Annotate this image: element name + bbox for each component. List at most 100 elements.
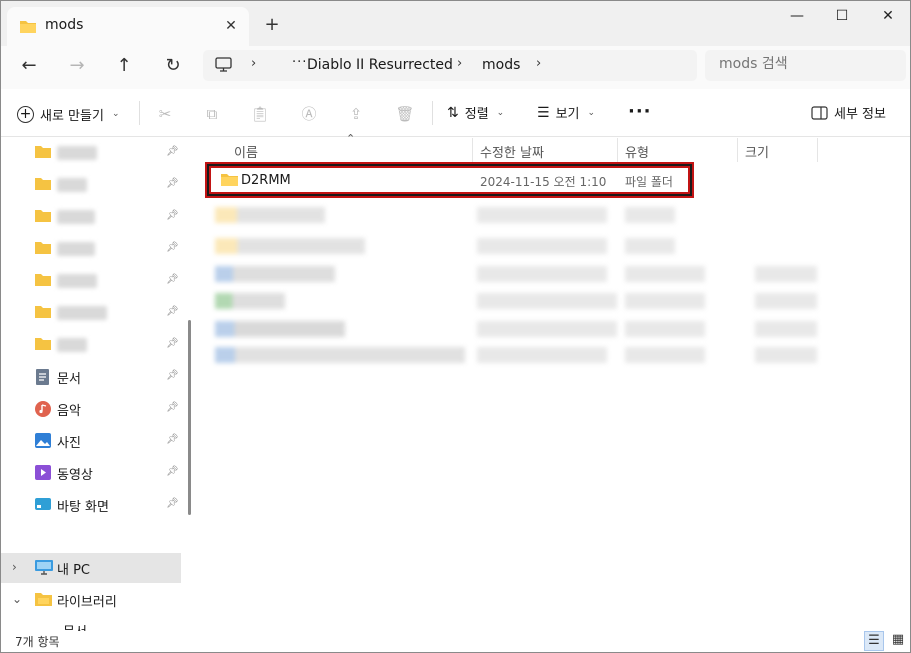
view-button-label: 보기 [555, 107, 580, 122]
pinned-folder[interactable]: 📌︎ [1, 298, 181, 328]
sidebar-item-label: 음악 [57, 404, 81, 419]
breadcrumb-separator[interactable]: › [251, 56, 256, 71]
column-separator[interactable] [472, 138, 473, 162]
library-icon [35, 593, 52, 606]
redacted-label [57, 274, 97, 288]
sort-button[interactable]: ⇅ 정렬 ⌄ [447, 103, 505, 123]
column-header-date[interactable]: 수정한 날짜 [480, 142, 544, 166]
more-options-button[interactable]: ··· [628, 101, 652, 122]
refresh-button[interactable]: ↻ [158, 52, 188, 80]
sidebar-item-partial[interactable]: 문서 [1, 617, 181, 631]
redacted-label [57, 338, 87, 352]
folder-icon [35, 146, 51, 158]
details-pane-label: 세부 정보 [834, 107, 886, 122]
redacted-name [215, 207, 325, 223]
pinned-folder[interactable]: 📌︎ [1, 138, 181, 168]
sidebar-item-this-pc[interactable]: › 내 PC [1, 553, 181, 583]
search-input[interactable] [719, 56, 899, 72]
navigation-pane: 📌︎ 📌︎ 📌︎ 📌︎ 📌︎ 📌︎ 📌︎ 문서 📌︎ 음악 📌︎ 사진 📌︎ 동… [1, 138, 191, 631]
sidebar-item-label: 동영상 [57, 468, 93, 483]
redacted-type [625, 238, 675, 254]
folder-icon [221, 174, 238, 186]
music-icon [35, 401, 51, 417]
view-button[interactable]: ☰ 보기 ⌄ [537, 103, 596, 123]
item-count: 7개 항목 [15, 635, 60, 649]
column-separator[interactable] [617, 138, 618, 162]
pinned-folder[interactable]: 📌︎ [1, 170, 181, 200]
delete-icon[interactable]: 🗑︎ [394, 103, 416, 125]
sidebar-item-documents[interactable]: 문서 📌︎ [1, 362, 181, 392]
details-view-button[interactable]: ☰ [864, 631, 884, 651]
redacted-date [477, 293, 617, 309]
chevron-right-icon[interactable]: › [12, 560, 17, 574]
breadcrumb-diablo[interactable]: Diablo II Resurrected [307, 57, 453, 73]
sidebar-scrollbar[interactable] [188, 320, 191, 515]
computer-icon [215, 57, 232, 72]
redacted-type [625, 207, 675, 223]
sidebar-item-videos[interactable]: 동영상 📌︎ [1, 458, 181, 488]
pin-icon: 📌︎ [166, 306, 179, 317]
divider [139, 101, 140, 125]
sort-ascending-icon: ⌃ [346, 132, 356, 145]
copy-icon[interactable]: ⧉ [201, 103, 223, 125]
redacted-label [57, 178, 87, 192]
column-header-name[interactable]: 이름 [234, 142, 258, 166]
table-row-redacted[interactable] [207, 339, 817, 371]
breadcrumb-mods[interactable]: mods [482, 57, 520, 73]
column-separator[interactable] [817, 138, 818, 162]
maximize-button[interactable]: ☐ [819, 1, 865, 33]
rename-icon[interactable]: Ⓐ [298, 103, 320, 125]
new-button[interactable]: + 새로 만들기 ⌄ [17, 103, 119, 125]
up-button[interactable]: ↑ [109, 52, 139, 80]
forward-button[interactable]: → [62, 52, 92, 80]
redacted-label [57, 210, 95, 224]
redacted-type [625, 293, 705, 309]
sidebar-item-library[interactable]: ⌄ 라이브러리 [1, 585, 181, 615]
sidebar-item-music[interactable]: 음악 📌︎ [1, 394, 181, 424]
pinned-folder[interactable]: 📌︎ [1, 330, 181, 360]
address-bar[interactable]: › ··· Diablo II Resurrected › mods › [203, 50, 697, 81]
folder-icon [35, 210, 51, 222]
tab-mods[interactable]: mods ✕ [7, 7, 249, 46]
redacted-size [755, 321, 817, 337]
back-button[interactable]: ← [14, 52, 44, 80]
redacted-size [755, 266, 817, 282]
search-box[interactable] [705, 50, 906, 81]
redacted-date [477, 266, 607, 282]
breadcrumb-separator[interactable]: › [536, 56, 541, 71]
pinned-folder[interactable]: 📌︎ [1, 202, 181, 232]
sidebar-item-desktop[interactable]: 바탕 화면 📌︎ [1, 490, 181, 520]
redacted-label [57, 146, 97, 160]
table-row-redacted[interactable] [207, 199, 692, 231]
pinned-folder[interactable]: 📌︎ [1, 234, 181, 264]
pin-icon: 📌︎ [166, 402, 179, 413]
sidebar-item-pictures[interactable]: 사진 📌︎ [1, 426, 181, 456]
redacted-date [477, 238, 607, 254]
column-header-type[interactable]: 유형 [625, 142, 649, 166]
column-separator[interactable] [737, 138, 738, 162]
sidebar-item-label: 내 PC [57, 563, 91, 578]
pinned-folder[interactable]: 📌︎ [1, 266, 181, 296]
paste-icon[interactable]: 📋︎ [249, 103, 271, 125]
minimize-button[interactable]: — [774, 1, 820, 33]
column-header-size[interactable]: 크기 [745, 142, 769, 166]
chevron-down-icon[interactable]: ⌄ [12, 592, 22, 606]
tab-close-icon[interactable]: ✕ [220, 15, 242, 37]
share-icon[interactable]: ⇪ [345, 103, 367, 125]
breadcrumb-overflow-button[interactable]: ··· [292, 55, 307, 70]
explorer-window: mods ✕ + — ☐ ✕ ← → ↑ ↻ › ··· Diablo II R… [0, 0, 911, 653]
cut-icon[interactable]: ✂ [154, 103, 176, 125]
redacted-type [625, 321, 705, 337]
table-row[interactable]: D2RMM 2024-11-15 오전 1:10 파일 폴더 [205, 162, 694, 198]
new-tab-button[interactable]: + [260, 13, 284, 37]
breadcrumb-separator[interactable]: › [457, 56, 462, 71]
redacted-name [215, 293, 285, 309]
tiles-view-button[interactable]: ▦ [888, 631, 908, 651]
plus-icon: + [17, 105, 34, 123]
chevron-down-icon: ⌄ [587, 107, 596, 118]
details-pane-button[interactable]: 세부 정보 [811, 103, 886, 122]
navigation-bar: ← → ↑ ↻ › ··· Diablo II Resurrected › mo… [1, 46, 910, 89]
close-button[interactable]: ✕ [865, 1, 910, 33]
chevron-down-icon: ⌄ [111, 109, 120, 119]
chevron-down-icon: ⌄ [496, 107, 505, 118]
